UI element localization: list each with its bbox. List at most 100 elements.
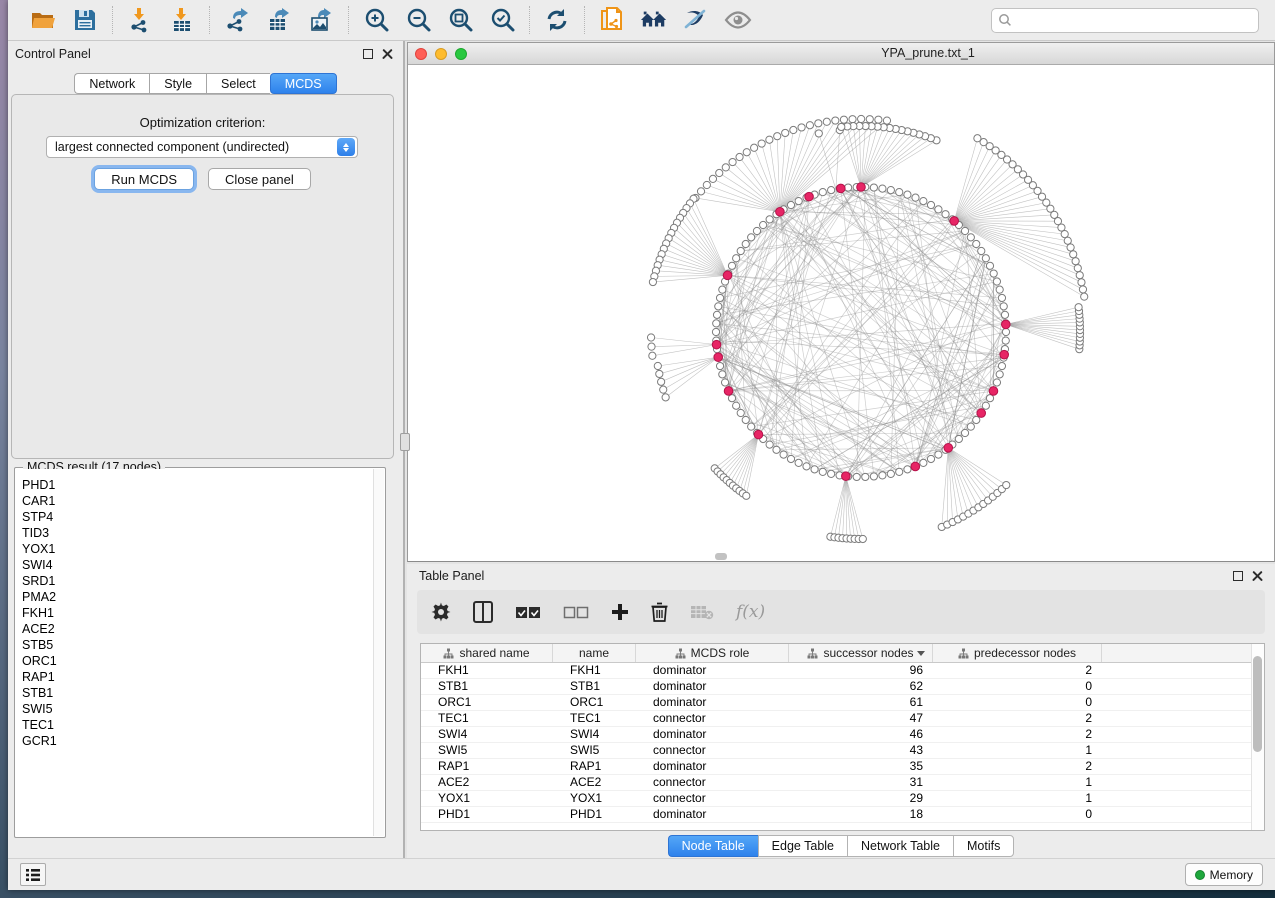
- table-panel-title: Table Panel: [419, 569, 484, 583]
- table-row-phd1[interactable]: PHD1PHD1dominator180: [421, 807, 1264, 823]
- column-header-name[interactable]: name: [553, 644, 636, 662]
- mcds-result-list[interactable]: PHD1CAR1STP4TID3YOX1SWI4SRD1PMA2FKH1ACE2…: [16, 469, 373, 836]
- run-mcds-button[interactable]: Run MCDS: [94, 168, 194, 190]
- table-settings-gear-icon[interactable]: [431, 599, 451, 625]
- table-row-swi5[interactable]: SWI5SWI5connector431: [421, 743, 1264, 759]
- add-column-icon[interactable]: [611, 599, 629, 625]
- app-window: Control Panel NetworkStyleSelectMCDS Opt…: [8, 0, 1275, 890]
- column-label: name: [579, 646, 609, 660]
- column-header-mcds-role[interactable]: MCDS role: [636, 644, 789, 662]
- table-row-ace2[interactable]: ACE2ACE2connector311: [421, 775, 1264, 791]
- mcds-result-item[interactable]: PHD1: [16, 477, 373, 493]
- table-row-orc1[interactable]: ORC1ORC1dominator610: [421, 695, 1264, 711]
- import-table-icon[interactable]: [168, 6, 196, 34]
- network-file-icon[interactable]: [598, 6, 626, 34]
- table-panel-close-icon[interactable]: [1252, 571, 1263, 582]
- control-panel-tab-network[interactable]: Network: [74, 73, 149, 94]
- home-icon[interactable]: [640, 6, 668, 34]
- column-label: MCDS role: [691, 646, 750, 660]
- criterion-dropdown[interactable]: largest connected component (undirected): [46, 136, 358, 158]
- control-panel-tab-select[interactable]: Select: [206, 73, 270, 94]
- table-tab-node-table[interactable]: Node Table: [668, 835, 758, 857]
- import-network-icon[interactable]: [126, 6, 154, 34]
- function-builder-icon: f(x): [736, 599, 765, 625]
- network-window-titlebar[interactable]: YPA_prune.txt_1: [408, 43, 1274, 65]
- save-session-icon[interactable]: [71, 6, 99, 34]
- table-panel-float-icon[interactable]: [1233, 571, 1243, 581]
- table-row-swi4[interactable]: SWI4SWI4dominator462: [421, 727, 1264, 743]
- cell: 2: [933, 727, 1102, 742]
- table-panel: Table Panel: [407, 564, 1275, 858]
- memory-button[interactable]: Memory: [1185, 863, 1263, 886]
- cell: 29: [789, 791, 933, 806]
- mcds-result-item[interactable]: TEC1: [16, 717, 373, 733]
- column-header-predecessor-nodes[interactable]: predecessor nodes: [933, 644, 1102, 662]
- zoom-selected-icon[interactable]: [488, 6, 516, 34]
- network-window-title: YPA_prune.txt_1: [408, 46, 1275, 60]
- mcds-result-item[interactable]: SWI4: [16, 557, 373, 573]
- mcds-result-item[interactable]: ACE2: [16, 621, 373, 637]
- split-panel-icon[interactable]: [473, 599, 493, 625]
- right-area: YPA_prune.txt_1 Table Panel: [405, 41, 1275, 858]
- table-row-yox1[interactable]: YOX1YOX1connector291: [421, 791, 1264, 807]
- mcds-result-item[interactable]: CAR1: [16, 493, 373, 509]
- select-all-checkboxes-icon[interactable]: [515, 599, 541, 625]
- table-tab-motifs[interactable]: Motifs: [953, 835, 1014, 857]
- close-panel-button[interactable]: Close panel: [208, 168, 311, 190]
- mcds-result-item[interactable]: SWI5: [16, 701, 373, 717]
- export-network-icon[interactable]: [223, 6, 251, 34]
- mcds-list-scrollbar[interactable]: [373, 469, 384, 836]
- cell: connector: [636, 791, 789, 806]
- table-row-tec1[interactable]: TEC1TEC1connector472: [421, 711, 1264, 727]
- open-session-icon[interactable]: [29, 6, 57, 34]
- cell: 46: [789, 727, 933, 742]
- network-canvas[interactable]: [408, 65, 1274, 561]
- column-header-successor-nodes[interactable]: successor nodes: [789, 644, 933, 662]
- mcds-result-item[interactable]: FKH1: [16, 605, 373, 621]
- export-table-icon[interactable]: [265, 6, 293, 34]
- delete-column-icon[interactable]: [651, 599, 668, 625]
- table-scrollbar-thumb[interactable]: [1253, 656, 1262, 752]
- mcds-result-item[interactable]: PMA2: [16, 589, 373, 605]
- cell: RAP1: [421, 759, 553, 774]
- mcds-result-item[interactable]: STB1: [16, 685, 373, 701]
- cell: TEC1: [553, 711, 636, 726]
- network-graph[interactable]: [408, 65, 1273, 561]
- table-row-stb1[interactable]: STB1STB1dominator620: [421, 679, 1264, 695]
- table-tab-network-table[interactable]: Network Table: [847, 835, 953, 857]
- namespace-icon: [443, 648, 454, 659]
- refresh-icon[interactable]: [543, 6, 571, 34]
- control-panel-tab-mcds[interactable]: MCDS: [270, 73, 337, 94]
- task-history-button[interactable]: [20, 863, 46, 886]
- table-row-fkh1[interactable]: FKH1FKH1dominator962: [421, 663, 1264, 679]
- table-scrollbar[interactable]: [1251, 644, 1264, 830]
- control-panel-float-icon[interactable]: [363, 49, 373, 59]
- network-hscroll-thumb[interactable]: [715, 553, 727, 560]
- deselect-all-checkboxes-icon[interactable]: [563, 599, 589, 625]
- search-input[interactable]: [1017, 13, 1252, 27]
- memory-label: Memory: [1210, 868, 1253, 882]
- export-image-icon[interactable]: [307, 6, 335, 34]
- cell: SWI4: [553, 727, 636, 742]
- zoom-out-icon[interactable]: [404, 6, 432, 34]
- control-panel-close-icon[interactable]: [382, 49, 393, 60]
- zoom-fit-icon[interactable]: [446, 6, 474, 34]
- control-panel-tab-style[interactable]: Style: [149, 73, 206, 94]
- mcds-result-item[interactable]: SRD1: [16, 573, 373, 589]
- table-row-rap1[interactable]: RAP1RAP1dominator352: [421, 759, 1264, 775]
- search-box[interactable]: [991, 8, 1259, 33]
- mcds-result-item[interactable]: RAP1: [16, 669, 373, 685]
- mcds-result-item[interactable]: GCR1: [16, 733, 373, 749]
- panel-splitter-handle[interactable]: [400, 433, 410, 451]
- column-header-shared-name[interactable]: shared name: [421, 644, 553, 662]
- mcds-result-item[interactable]: STB5: [16, 637, 373, 653]
- table-toolbar: f(x): [417, 590, 1265, 634]
- mcds-result-item[interactable]: YOX1: [16, 541, 373, 557]
- mcds-result-item[interactable]: STP4: [16, 509, 373, 525]
- criterion-value: largest connected component (undirected): [47, 140, 337, 154]
- mcds-result-item[interactable]: TID3: [16, 525, 373, 541]
- toggle-graphics-details-icon[interactable]: [682, 6, 710, 34]
- zoom-in-icon[interactable]: [362, 6, 390, 34]
- table-tab-edge-table[interactable]: Edge Table: [758, 835, 847, 857]
- mcds-result-item[interactable]: ORC1: [16, 653, 373, 669]
